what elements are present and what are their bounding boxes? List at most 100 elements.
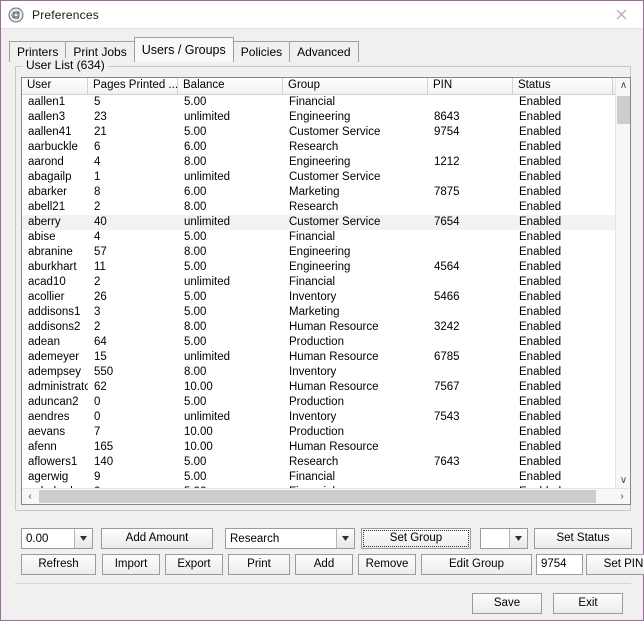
table-row[interactable]: ademeyer 15 unlimited Human Resource 6785 Ena…	[22, 350, 630, 365]
table-row[interactable]: aallen41 21 5.00 Customer Service 9754 Enable…	[22, 125, 630, 140]
refresh-button[interactable]: Refresh	[21, 554, 96, 575]
cell-group: Human Resource	[289, 321, 379, 333]
cell-balance: 5.00	[184, 291, 207, 303]
tab-users-groups[interactable]: Users / Groups	[133, 37, 234, 62]
table-row[interactable]: adean 64 5.00 Production Enabled	[22, 335, 630, 350]
status-combo[interactable]	[480, 528, 528, 549]
column-header-pin[interactable]: PIN	[428, 78, 513, 94]
chevron-down-icon[interactable]	[509, 529, 527, 548]
table-row[interactable]: acad10 2 unlimited Financial Enabled	[22, 275, 630, 290]
table-row[interactable]: aevans 7 10.00 Production Enabled	[22, 425, 630, 440]
table-row[interactable]: aduncan2 0 5.00 Production Enabled	[22, 395, 630, 410]
table-row[interactable]: aarond 4 8.00 Engineering 1212 Enabled	[22, 155, 630, 170]
scroll-left-icon[interactable]: ‹	[22, 489, 38, 504]
cell-balance: unlimited	[184, 111, 231, 123]
column-header-balance[interactable]: Balance	[178, 78, 283, 94]
cell-group: Human Resource	[289, 441, 379, 453]
user-list-table[interactable]: User Pages Printed ... Balance Group PIN…	[21, 77, 631, 505]
table-row[interactable]: aallen1 5 5.00 Financial Enabled	[22, 95, 630, 110]
table-row[interactable]: abarker 8 6.00 Marketing 7875 Enabled	[22, 185, 630, 200]
table-row[interactable]: aarbuckle 6 6.00 Research Enabled	[22, 140, 630, 155]
cell-status: Enabled	[519, 411, 562, 423]
close-icon[interactable]	[599, 1, 643, 27]
table-row[interactable]: addisons2 2 8.00 Human Resource 3242 Enabled	[22, 320, 630, 335]
amount-combo[interactable]: 0.00	[21, 528, 93, 549]
scroll-right-icon[interactable]: ›	[614, 489, 630, 504]
table-row[interactable]: aendres 0 unlimited Inventory 7543 Enabled	[22, 410, 630, 425]
add-amount-button[interactable]: Add Amount	[101, 528, 213, 549]
table-row[interactable]: aallen3 23 unlimited Engineering 8643 Enabled	[22, 110, 630, 125]
cell-pages-printed: 6	[94, 141, 101, 153]
table-row[interactable]: aberry 40 unlimited Customer Service 7654 Ena…	[22, 215, 630, 230]
cell-pin	[428, 245, 513, 260]
cell-status: Enabled	[519, 141, 562, 153]
column-header-pages-printed[interactable]: Pages Printed ...	[88, 78, 178, 94]
cell-pages-printed: 26	[94, 291, 107, 303]
import-button[interactable]: Import	[102, 554, 160, 575]
scroll-down-icon[interactable]: ∨	[616, 473, 630, 489]
chevron-down-icon[interactable]	[336, 529, 354, 548]
cell-user: ademeyer	[28, 351, 80, 363]
table-row[interactable]: abell21 2 8.00 Research Enabled	[22, 200, 630, 215]
column-header-group[interactable]: Group	[283, 78, 428, 94]
vertical-scrollbar[interactable]: ∧ ∨	[615, 78, 630, 489]
table-row[interactable]: abranine 57 8.00 Engineering Enabled	[22, 245, 630, 260]
cell-pin: 8643	[434, 111, 460, 123]
cell-balance: 10.00	[184, 426, 213, 438]
scroll-up-icon[interactable]: ∧	[616, 78, 630, 94]
table-row[interactable]: adempsey 550 8.00 Inventory Enabled	[22, 365, 630, 380]
cell-status: Enabled	[519, 201, 562, 213]
horizontal-scrollbar[interactable]: ‹ ›	[22, 488, 630, 504]
cell-pin: 3242	[434, 321, 460, 333]
cell-balance: unlimited	[184, 276, 231, 288]
cell-user: abagailp	[28, 171, 72, 183]
preferences-window: Preferences Printers Print Jobs Users / …	[0, 0, 644, 621]
horizontal-scrollbar-thumb[interactable]	[39, 490, 596, 503]
set-pin-button[interactable]: Set PIN	[586, 554, 644, 575]
cell-group: Customer Service	[289, 216, 381, 228]
save-button[interactable]: Save	[472, 593, 542, 614]
cell-status: Enabled	[519, 291, 562, 303]
table-row[interactable]: abagailp 1 unlimited Customer Service Enable…	[22, 170, 630, 185]
tab-advanced[interactable]: Advanced	[289, 41, 359, 62]
cell-pages-printed: 4	[94, 231, 101, 243]
cell-status: Enabled	[519, 126, 562, 138]
cell-group: Research	[289, 201, 339, 213]
cell-balance: 8.00	[184, 201, 207, 213]
cell-user: aburkhart	[28, 261, 77, 273]
table-row[interactable]: afenn 165 10.00 Human Resource Enabled	[22, 440, 630, 455]
pin-input[interactable]: 9754	[536, 554, 583, 575]
set-group-button[interactable]: Set Group	[361, 528, 471, 549]
cell-pin: 6785	[434, 351, 460, 363]
vertical-scrollbar-thumb[interactable]	[617, 96, 630, 124]
cell-pages-printed: 2	[94, 321, 101, 333]
table-row[interactable]: acollier 26 5.00 Inventory 5466 Enabled	[22, 290, 630, 305]
cell-user: aevans	[28, 426, 66, 438]
group-combo[interactable]: Research	[225, 528, 355, 549]
cell-user: aarond	[28, 156, 64, 168]
cell-pages-printed: 64	[94, 336, 107, 348]
cell-pages-printed: 15	[94, 351, 107, 363]
set-status-button[interactable]: Set Status	[534, 528, 632, 549]
table-row[interactable]: administrator 62 10.00 Human Resource 7567 En…	[22, 380, 630, 395]
cell-pin: 1212	[434, 156, 460, 168]
cell-status: Enabled	[519, 396, 562, 408]
print-button[interactable]: Print	[228, 554, 290, 575]
table-row[interactable]: agerwig 9 5.00 Financial Enabled	[22, 470, 630, 485]
cell-pages-printed: 5	[94, 96, 101, 108]
tab-policies[interactable]: Policies	[232, 41, 291, 62]
edit-group-button[interactable]: Edit Group	[421, 554, 532, 575]
chevron-down-icon[interactable]	[74, 529, 92, 548]
table-row[interactable]: addisons1 3 5.00 Marketing Enabled	[22, 305, 630, 320]
table-row[interactable]: aflowers1 140 5.00 Research 7643 Enabled	[22, 455, 630, 470]
add-button[interactable]: Add	[295, 554, 353, 575]
column-header-status[interactable]: Status	[513, 78, 613, 94]
export-button[interactable]: Export	[165, 554, 223, 575]
remove-button[interactable]: Remove	[358, 554, 416, 575]
table-row[interactable]: aburkhart 11 5.00 Engineering 4564 Enabled	[22, 260, 630, 275]
column-header-user[interactable]: User	[22, 78, 88, 94]
exit-button[interactable]: Exit	[553, 593, 623, 614]
table-row[interactable]: abise 4 5.00 Financial Enabled	[22, 230, 630, 245]
group-combo-value: Research	[230, 532, 280, 545]
cell-pin	[428, 470, 513, 485]
